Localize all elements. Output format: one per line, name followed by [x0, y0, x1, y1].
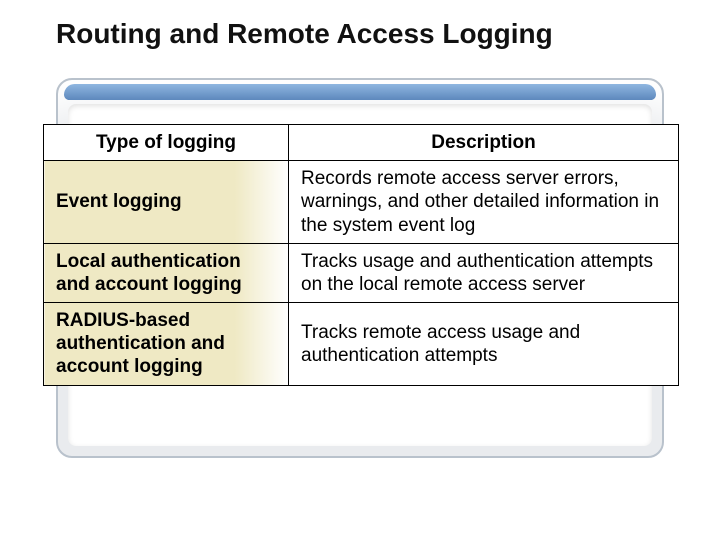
table-header-row: Type of logging Description: [44, 125, 679, 161]
cell-desc: Tracks remote access usage and authentic…: [289, 303, 679, 386]
slide: Routing and Remote Access Logging Type o…: [0, 0, 720, 540]
table-row: Event logging Records remote access serv…: [44, 161, 679, 244]
header-desc: Description: [289, 125, 679, 161]
content-panel: Type of logging Description Event loggin…: [56, 78, 664, 458]
header-type: Type of logging: [44, 125, 289, 161]
cell-type: RADIUS-based authentication and account …: [44, 303, 289, 386]
slide-title: Routing and Remote Access Logging: [56, 18, 688, 50]
logging-table: Type of logging Description Event loggin…: [43, 124, 679, 386]
cell-type: Event logging: [44, 161, 289, 244]
table-row: Local authentication and account logging…: [44, 243, 679, 302]
table-row: RADIUS-based authentication and account …: [44, 303, 679, 386]
cell-desc: Tracks usage and authentication attempts…: [289, 243, 679, 302]
cell-type: Local authentication and account logging: [44, 243, 289, 302]
cell-desc: Records remote access server errors, war…: [289, 161, 679, 244]
